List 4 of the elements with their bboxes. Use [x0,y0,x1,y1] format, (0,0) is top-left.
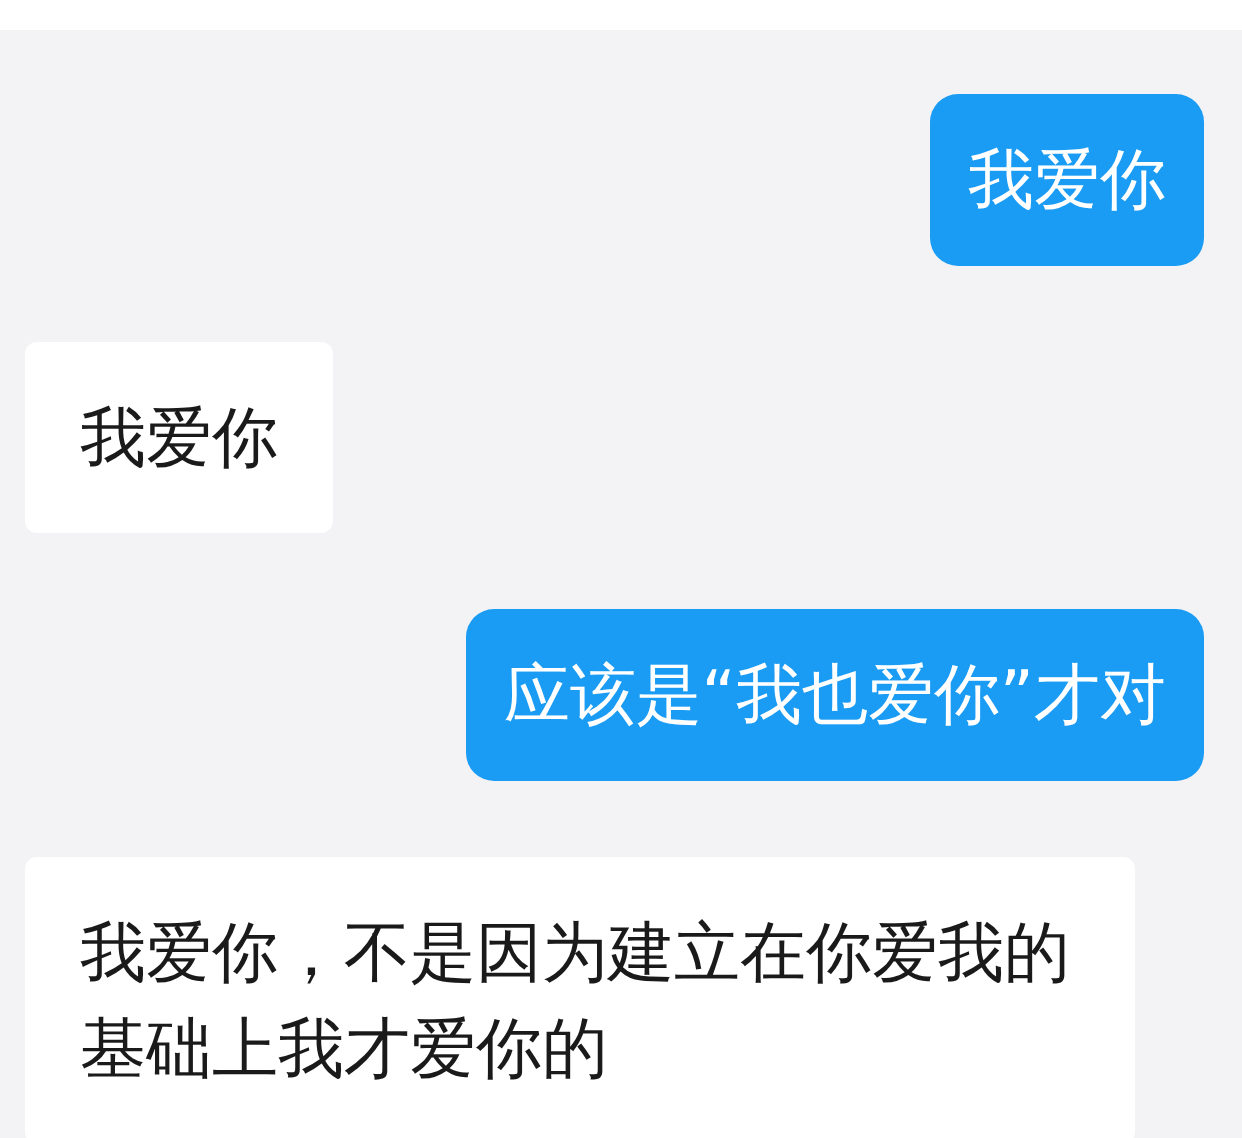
message-bubble: 我爱你，不是因为建立在你爱我的基础上我才爱你的 [25,857,1135,1138]
message-bubble: 我爱你 [930,94,1204,266]
message-bubble: 我爱你 [25,341,333,534]
message-bubble: 应该是“我也爱你”才对 [465,609,1204,782]
